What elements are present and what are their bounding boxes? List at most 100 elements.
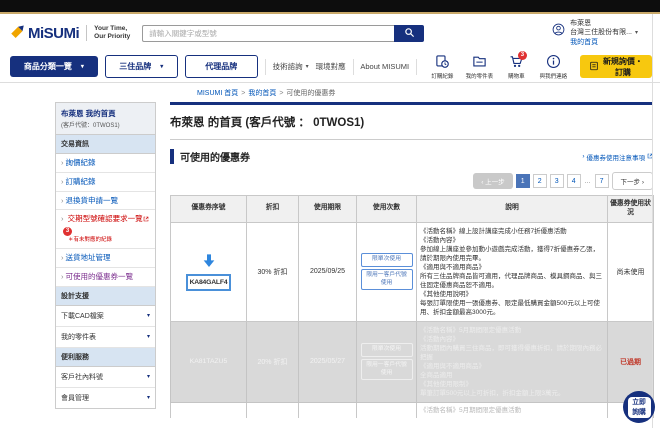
coupon-code-cell: KA84GALF4 (170, 221, 247, 322)
browser-top-bar (0, 0, 660, 14)
coupon-expiry: 2025/05/27 (298, 320, 357, 403)
sidebar-item-return-request[interactable]: 退換貨申請一覽 (56, 192, 155, 211)
section-header-row: 可使用的優惠券 優惠券使用注意事項 (170, 149, 653, 164)
breadcrumb-mypage-link[interactable]: 我的首頁 (248, 90, 276, 97)
logo-text: MiSUMi (28, 24, 80, 42)
agent-brand-button[interactable]: 代理品牌 (184, 55, 258, 78)
coupon-code: KA84GALF4 (185, 273, 232, 291)
pagination-next-button[interactable]: 下一步 (611, 172, 653, 190)
search-input[interactable] (142, 24, 395, 42)
pagination-page-3[interactable]: 3 (549, 174, 564, 188)
usage-badge-account: 限用一客戶代號使用 (360, 268, 413, 291)
search-bar (142, 24, 425, 42)
sidebar-section-trade: 交易資訊 (56, 135, 155, 154)
sidebar-item-address-mgmt[interactable]: 送貨地址管理 (56, 249, 155, 268)
sidebar-item-cad-download[interactable]: 下載CAD檔案 (56, 306, 155, 327)
tagline: Your Time, Our Priority (86, 24, 130, 42)
chevron-down-icon (147, 395, 150, 401)
breadcrumb-current: 可使用的優惠券 (286, 90, 336, 97)
sidebar: 布萊恩 我的首頁 (客戶代號：0TWOS1) 交易資訊 詢價紀錄 訂購紀錄 退換… (55, 102, 156, 409)
chevron-down-icon[interactable] (635, 30, 638, 36)
tech-consult-link[interactable]: 技術諮詢 (273, 61, 309, 72)
coupon-description: 《活動名稱》5月期間限定優惠活動 《活動內容》 活動期間內購買三住商品，即可獲得… (416, 320, 608, 403)
main-panel: 布萊恩 的首頁 (客戶代號 ： 0TWOS1) 可使用的優惠券 優惠券使用注意事… (170, 102, 654, 418)
chevron-down-icon (147, 334, 150, 340)
search-icon (404, 26, 415, 41)
account-user-name: 布萊恩 (570, 19, 592, 27)
sidebar-user-code: (客戶代號：0TWOS1) (61, 123, 120, 129)
quick-quote-floating-button[interactable]: 立即 詢購 (623, 391, 655, 423)
pagination-page-2[interactable]: 2 (532, 174, 547, 188)
content-area: 布萊恩 我的首頁 (客戶代號：0TWOS1) 交易資訊 詢價紀錄 訂購紀錄 退換… (55, 102, 654, 418)
sidebar-section-design: 設計支援 (56, 286, 155, 306)
coupon-usage-cell: 限單次使用 限用一客戶代號使用 (356, 221, 417, 322)
coupon-table: 優惠券序號 折扣 使用期限 使用次數 說明 優惠券使用狀況 KA84GALF4 … (170, 195, 654, 418)
coupon-discount: 20% 折扣 (246, 320, 299, 403)
column-header-discount: 折扣 (246, 195, 299, 223)
pagination-page-7[interactable]: 7 (594, 174, 609, 188)
breadcrumb: MISUMI 首頁 > 我的首頁 > 可使用的優惠券 (0, 83, 660, 102)
coupon-discount: 30% 折扣 (246, 221, 299, 322)
misumi-arrow-icon (10, 23, 25, 43)
user-icon (552, 19, 565, 41)
breadcrumb-separator2: > (279, 90, 284, 97)
contact-icon (546, 54, 561, 71)
account-menu[interactable]: 布萊恩 台灣三住股份有限... 我的首頁 (552, 19, 650, 47)
table-row-coupon-expired: KA81TAZU5 20% 折扣 2025/05/27 限單次使用 限用一客戶代… (170, 320, 654, 403)
my-home-link[interactable]: 我的首頁 (570, 38, 638, 47)
sidebar-item-delivery-confirm[interactable]: 交期型號確認要求一覽3 ＊有未對應的紀錄 (56, 210, 155, 250)
coupon-usage-cell: 限單次使用 限用一客戶代號使用 (356, 320, 417, 403)
usage-badge-single: 限單次使用 (360, 252, 413, 267)
column-header-description: 說明 (416, 195, 608, 223)
divider (352, 58, 354, 75)
sidebar-item-my-parts-list[interactable]: 我的零件表 (56, 327, 155, 348)
document-icon (589, 61, 599, 73)
order-history-quick-link[interactable]: 訂購紀錄 (426, 54, 459, 80)
coupon-code-cell: KA81TAZU5 (170, 320, 247, 403)
pagination: 上一步 1 2 3 4 ... 7 下一步 (170, 172, 653, 190)
sidebar-item-customer-part-no[interactable]: 客戶社內料號 (56, 367, 155, 388)
sidebar-item-quote-history[interactable]: 詢價紀錄 (56, 154, 155, 173)
pending-note: ＊有未對應的紀錄 (68, 237, 113, 243)
order-history-icon (435, 54, 450, 71)
column-header-expiry: 使用期限 (298, 195, 357, 223)
parts-list-quick-link[interactable]: 我的零件表 (463, 54, 496, 80)
main-navbar: 商品分類一覽 三住品牌 代理品牌 技術諮詢 環境對應 About MISUMI … (0, 50, 660, 83)
sidebar-item-order-history[interactable]: 訂購紀錄 (56, 173, 155, 192)
pending-count-badge: 3 (63, 227, 72, 236)
search-button[interactable] (394, 24, 425, 42)
sidebar-user-title: 布萊恩 我的首頁 (61, 109, 116, 118)
sidebar-section-service: 便利服務 (56, 347, 155, 367)
misumi-logo[interactable]: MiSUMi (10, 23, 80, 43)
window-edge-line (652, 14, 653, 428)
main-top-accent (170, 102, 653, 105)
pagination-page-1[interactable]: 1 (515, 174, 530, 188)
new-quote-order-button[interactable]: 新規詢價・訂購 (579, 55, 652, 78)
account-company: 台灣三住股份有限... (570, 28, 638, 37)
category-menu-button[interactable]: 商品分類一覽 (10, 56, 98, 77)
misumi-brand-button[interactable]: 三住品牌 (104, 55, 178, 78)
cart-count-badge: 3 (517, 50, 527, 60)
divider (264, 58, 266, 75)
sidebar-item-coupon-list[interactable]: 可使用的優惠券一覽 (56, 268, 155, 287)
chevron-down-icon (306, 64, 309, 70)
breadcrumb-home-link[interactable]: MISUMI 首頁 (197, 90, 238, 97)
cart-quick-link[interactable]: 3 購物車 (500, 50, 533, 80)
download-coupon-icon[interactable] (201, 253, 217, 269)
about-misumi-link[interactable]: About MISUMI (360, 62, 409, 71)
contact-quick-link[interactable]: 與我們連絡 (537, 54, 570, 80)
coupon-code: KA81TAZU5 (189, 358, 228, 366)
environment-link[interactable]: 環境對應 (316, 61, 346, 72)
pagination-page-4[interactable]: 4 (566, 174, 581, 188)
usage-badge-single: 限單次使用 (360, 342, 413, 357)
coupon-expiry: 2025/09/25 (298, 221, 357, 322)
pagination-prev-button[interactable]: 上一步 (473, 173, 513, 189)
sidebar-item-member-mgmt[interactable]: 會員管理 (56, 388, 155, 408)
breadcrumb-separator: > (241, 90, 246, 97)
coupon-status: 尚未使用 (607, 221, 654, 322)
chevron-down-icon (81, 64, 84, 70)
site-header: MiSUMi Your Time, Our Priority 布萊恩 台灣三住股… (0, 14, 660, 51)
table-row-coupon-active: KA84GALF4 30% 折扣 2025/09/25 限單次使用 限用一客戶代… (170, 221, 654, 322)
coupon-notice-link[interactable]: 優惠券使用注意事項 (582, 152, 653, 162)
speech-bubble-icon: 立即 詢購 (627, 396, 651, 418)
